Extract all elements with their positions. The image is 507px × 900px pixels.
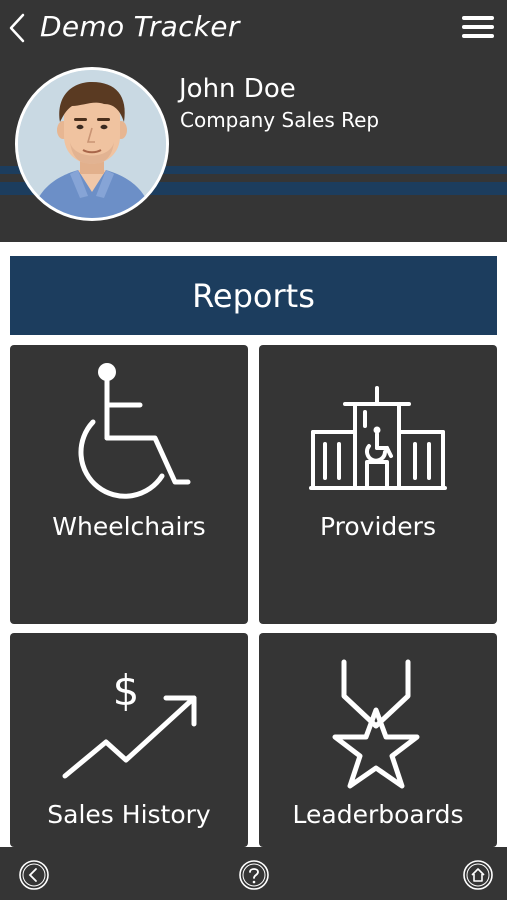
- chevron-left-icon[interactable]: [6, 12, 28, 44]
- svg-text:$: $: [113, 666, 140, 715]
- wheelchairs-tile[interactable]: Wheelchairs: [10, 345, 248, 624]
- back-circle-icon[interactable]: [18, 859, 50, 891]
- app-header: Demo Tracker John Doe Company Sales Rep: [0, 0, 507, 242]
- app-title: Demo Tracker: [40, 10, 240, 43]
- sales-history-tile[interactable]: $ Sales History: [10, 633, 248, 847]
- wheelchair-icon: [78, 363, 191, 499]
- section-title: Reports: [192, 276, 315, 315]
- leaderboards-tile[interactable]: Leaderboards: [259, 633, 497, 847]
- tile-label: Wheelchairs: [52, 512, 206, 541]
- hospital-building-icon: [309, 386, 447, 490]
- tile-label: Providers: [320, 512, 436, 541]
- profile-portrait-icon: [18, 70, 166, 218]
- avatar: [15, 67, 169, 221]
- hamburger-menu-icon[interactable]: [462, 15, 494, 39]
- bottom-nav-bar: [0, 847, 507, 900]
- user-name: John Doe: [179, 74, 296, 104]
- medal-star-icon: [332, 659, 420, 789]
- reports-section-header: Reports: [10, 256, 497, 335]
- user-role: Company Sales Rep: [180, 108, 380, 132]
- providers-tile[interactable]: Providers: [259, 345, 497, 624]
- tile-label: Leaderboards: [292, 800, 464, 829]
- help-circle-icon[interactable]: [238, 859, 270, 891]
- tile-label: Sales History: [47, 800, 211, 829]
- home-circle-icon[interactable]: [462, 859, 494, 891]
- sales-trend-icon: $: [62, 666, 197, 779]
